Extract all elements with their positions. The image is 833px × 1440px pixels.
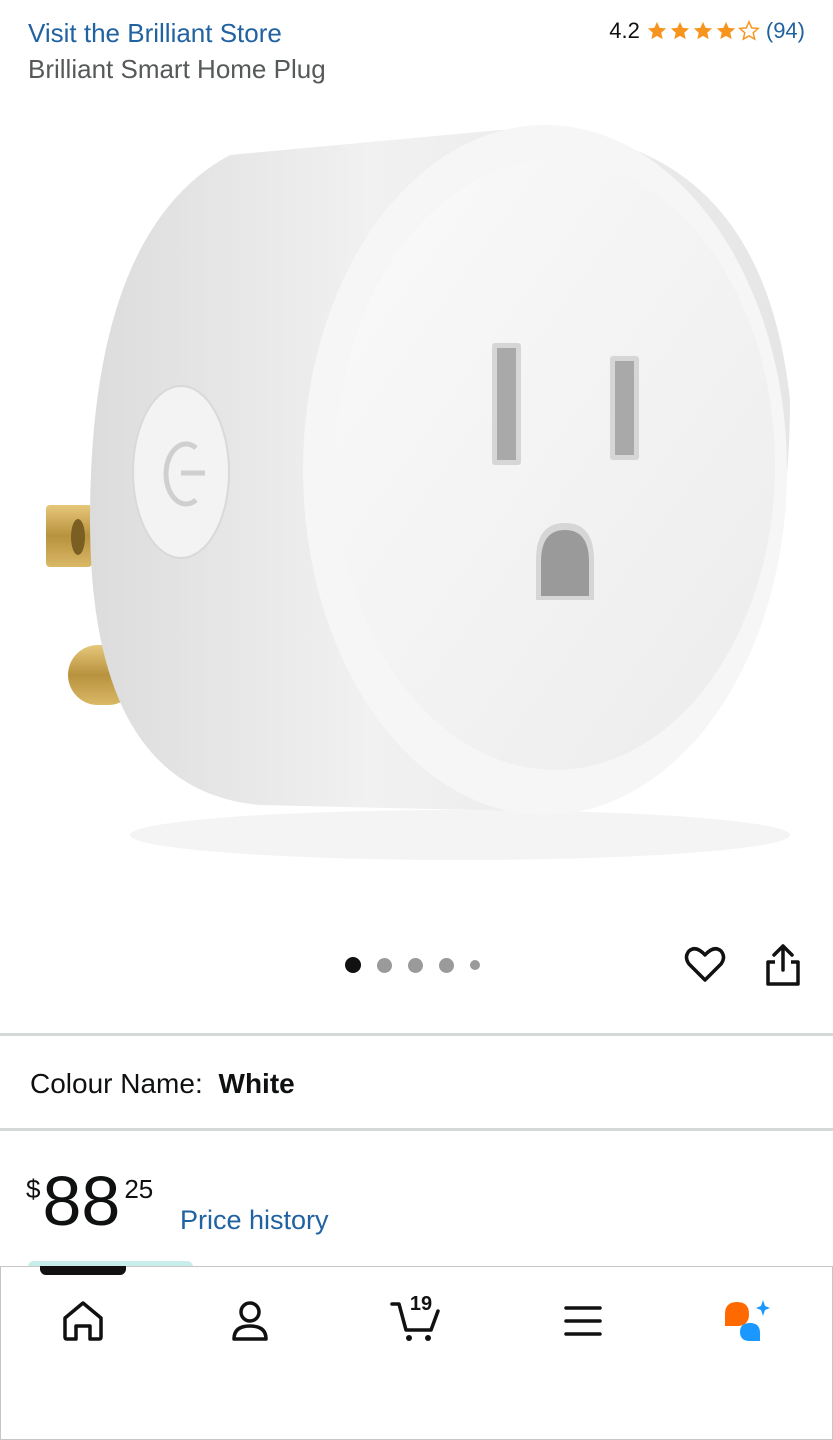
share-button[interactable] [762, 942, 804, 988]
cart-count-badge: 19 [409, 1293, 433, 1315]
rating-stars [646, 20, 760, 42]
pagination-dot[interactable] [470, 960, 480, 970]
colour-label: Colour Name: [30, 1068, 203, 1099]
image-pagination[interactable] [345, 957, 480, 973]
colour-value: White [218, 1068, 295, 1099]
star-full-icon [693, 21, 713, 40]
pagination-dot[interactable] [377, 957, 392, 973]
heart-icon [684, 947, 726, 982]
assistant-icon [725, 1300, 770, 1341]
share-icon [766, 944, 800, 986]
section-divider [0, 1033, 833, 1036]
star-full-icon [716, 21, 736, 40]
star-full-icon [670, 21, 690, 40]
account-icon [232, 1301, 268, 1341]
rating-summary[interactable]: 4.2 (94) [609, 18, 805, 44]
home-icon [63, 1301, 103, 1341]
price-whole: 88 [42, 1162, 121, 1240]
product-title: Brilliant Smart Home Plug [28, 54, 326, 84]
section-divider [0, 1128, 833, 1131]
pagination-dot-active[interactable] [345, 957, 361, 973]
nav-menu[interactable] [558, 1296, 608, 1346]
nav-assistant[interactable] [720, 1296, 770, 1346]
nav-account[interactable] [225, 1296, 275, 1346]
active-tab-indicator [40, 1266, 126, 1275]
star-full-icon [647, 21, 667, 40]
colour-selector[interactable]: Colour Name: White [30, 1068, 295, 1100]
rating-count[interactable]: (94) [766, 18, 805, 44]
star-empty-icon [737, 20, 760, 41]
price: $ 88 25 [26, 1166, 153, 1236]
visit-store-link[interactable]: Visit the Brilliant Store [28, 18, 282, 49]
product-image[interactable] [0, 100, 833, 920]
smart-plug-image [46, 125, 790, 860]
add-to-wishlist-button[interactable] [683, 942, 727, 986]
price-currency: $ [26, 1174, 41, 1204]
pagination-dot[interactable] [408, 957, 423, 973]
pagination-dot[interactable] [439, 957, 454, 973]
rating-value: 4.2 [609, 18, 640, 43]
menu-icon [564, 1306, 602, 1336]
price-fraction: 25 [124, 1174, 154, 1204]
nav-home[interactable] [58, 1296, 108, 1346]
price-history-link[interactable]: Price history [180, 1205, 329, 1236]
